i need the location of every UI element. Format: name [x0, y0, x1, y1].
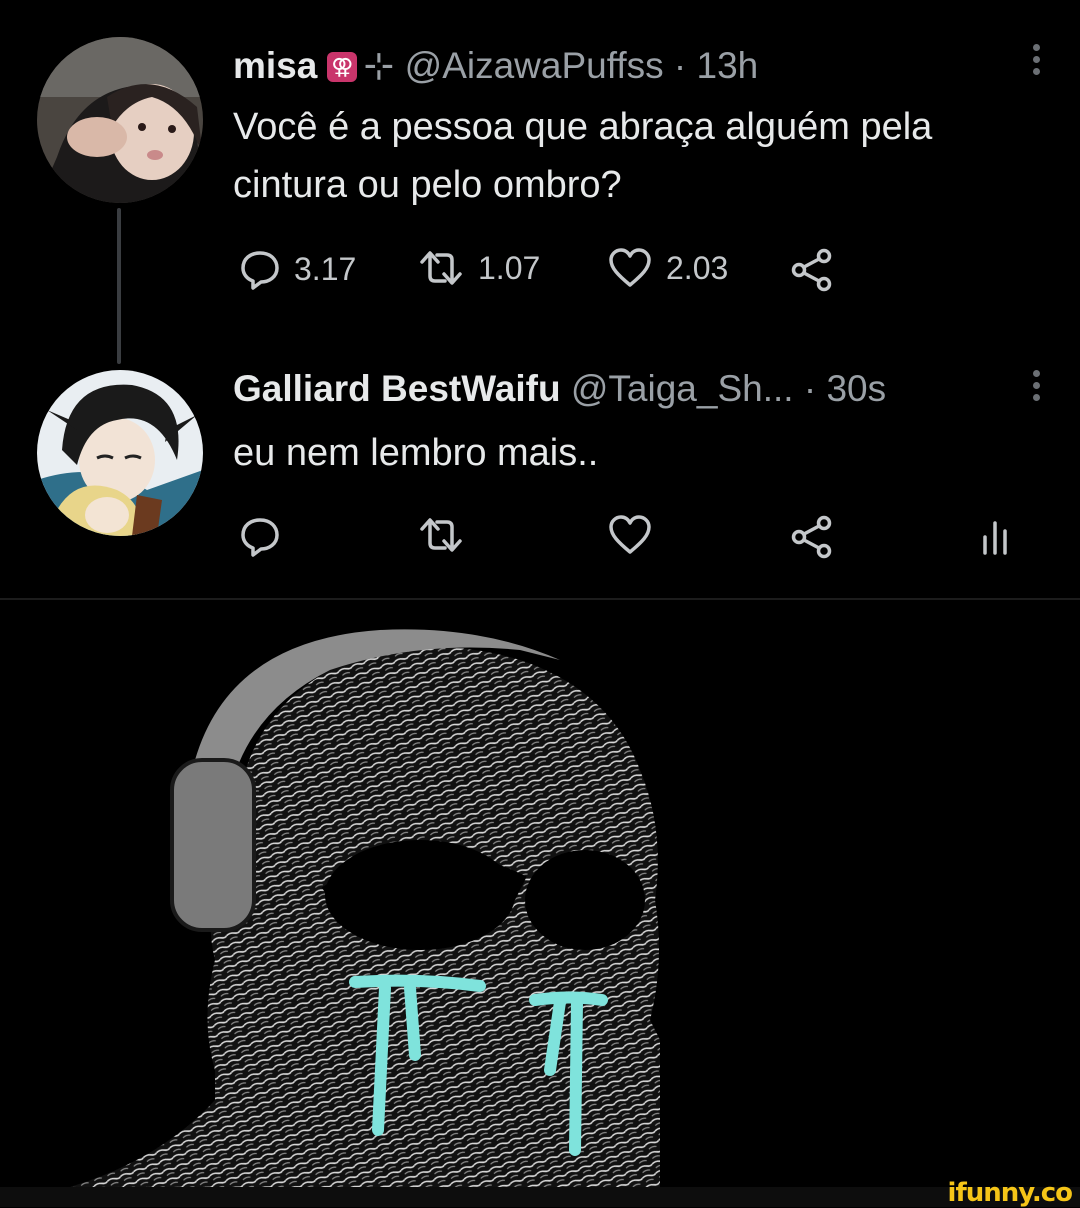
- tweet1-retweet-button[interactable]: 1.07: [418, 248, 540, 288]
- footer-bar: [0, 1187, 1080, 1207]
- tweet1-handle[interactable]: @AizawaPuffss: [405, 45, 664, 86]
- reply-icon: [241, 518, 279, 557]
- share-icon: [791, 248, 832, 292]
- tweet2-header: Galliard BestWaifu @Taiga_Sh... · 30s: [233, 368, 886, 410]
- tweet2-author-name[interactable]: Galliard BestWaifu: [233, 368, 561, 409]
- sparkle-icon: ⊹: [363, 45, 395, 86]
- tweet-thread: misa ⚢ ⊹ @AizawaPuffss · 13h Você é a pess…: [0, 0, 1080, 598]
- crying-wojak-image: [0, 600, 1080, 1190]
- ifunny-watermark: ifunny.co: [947, 1178, 1073, 1208]
- heart-icon: [609, 515, 651, 554]
- tweet1-author-name[interactable]: misa: [233, 45, 317, 86]
- tweet2-retweet-button[interactable]: [418, 515, 464, 555]
- thread-connector-line: [117, 208, 121, 364]
- tweet2-like-button[interactable]: [608, 515, 652, 555]
- reply-icon: [241, 251, 279, 290]
- female-pride-icon: ⚢: [327, 52, 358, 82]
- tweet2-handle[interactable]: @Taiga_Sh...: [571, 368, 794, 409]
- retweet-icon: [420, 518, 462, 552]
- avatar-galliard[interactable]: [37, 370, 203, 536]
- tweet2-analytics-button[interactable]: [980, 515, 1010, 555]
- retweet-icon: [420, 251, 462, 285]
- tweet2-actions: [240, 515, 1040, 565]
- avatar-misa[interactable]: [37, 37, 203, 203]
- tweet2-reply-button[interactable]: [240, 515, 280, 557]
- analytics-icon: [983, 521, 1007, 555]
- tweet2-share-button[interactable]: [790, 515, 836, 559]
- share-icon: [791, 515, 832, 559]
- tweet1-text: Você é a pessoa que abraça alguém pela c…: [233, 98, 932, 214]
- tweet1-retweet-count: 1.07: [478, 249, 541, 286]
- heart-icon: [609, 248, 651, 287]
- tweet1-like-button[interactable]: 2.03: [608, 248, 728, 288]
- tweet1-reply-count: 3.17: [294, 250, 357, 287]
- tweet2-more-icon[interactable]: [1033, 370, 1041, 406]
- tweet1-header: misa ⚢ ⊹ @AizawaPuffss · 13h: [233, 44, 758, 87]
- tweet1-more-icon[interactable]: [1033, 44, 1041, 80]
- tweet1-text-line1: Você é a pessoa que abraça alguém pela: [233, 106, 933, 148]
- tweet2-text: eu nem lembro mais..: [233, 432, 599, 474]
- tweet1-reply-button[interactable]: 3.17: [240, 248, 356, 290]
- tweet1-like-count: 2.03: [666, 249, 729, 286]
- tweet1-share-button[interactable]: [790, 248, 836, 292]
- tweet1-time[interactable]: · 13h: [674, 45, 758, 86]
- tweet1-text-line2: cintura ou pelo ombro?: [233, 164, 622, 206]
- tweet2-time[interactable]: · 30s: [804, 368, 886, 409]
